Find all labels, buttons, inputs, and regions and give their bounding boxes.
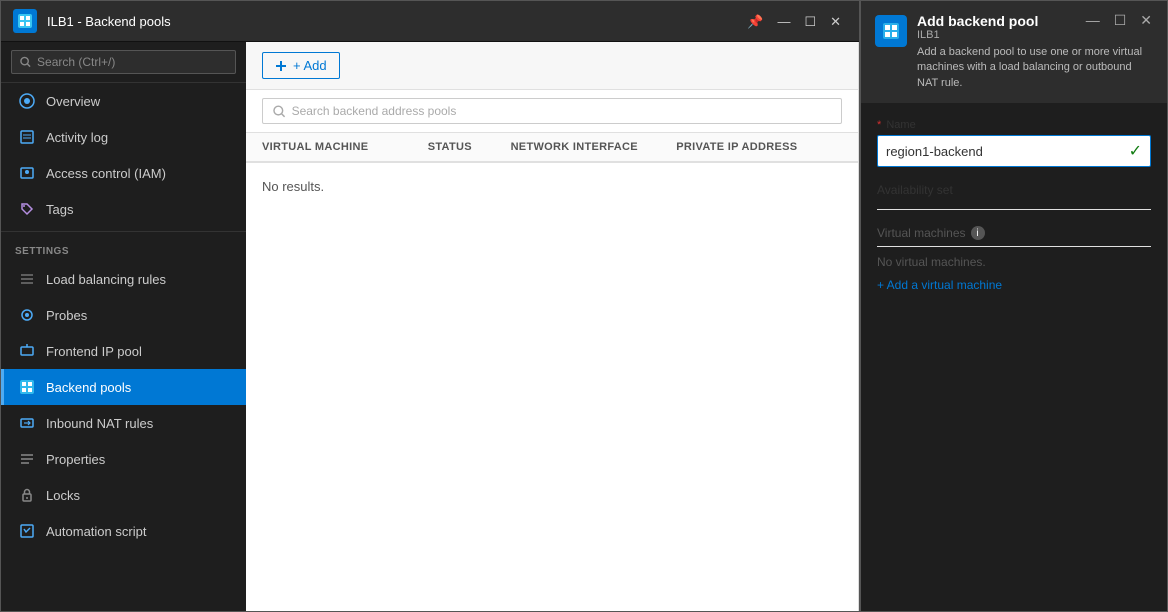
right-close-btn[interactable]: ✕ [1135, 11, 1157, 29]
right-minimize-btn[interactable]: — [1081, 11, 1105, 29]
search-icon [20, 56, 31, 68]
add-button[interactable]: + Add [262, 52, 340, 79]
sidebar-item-nat-rules[interactable]: Inbound NAT rules [1, 405, 246, 441]
sidebar-item-frontend[interactable]: Frontend IP pool [1, 333, 246, 369]
col-vm: VIRTUAL MACHINE [262, 141, 428, 153]
activity-log-icon [18, 128, 36, 146]
tags-icon [18, 200, 36, 218]
automation-icon [18, 522, 36, 540]
col-nic: NETWORK INTERFACE [511, 141, 677, 153]
right-panel-header: Add backend pool ILB1 Add a backend pool… [861, 1, 1167, 103]
right-header-icon [875, 15, 907, 47]
settings-section-label: SETTINGS [1, 236, 246, 261]
sidebar-item-tags-label: Tags [46, 202, 73, 217]
name-field-container[interactable]: ✓ [877, 135, 1151, 167]
right-panel-body: * Name ✓ Availability set Virtual machin… [861, 103, 1167, 611]
right-panel-controls: — ☐ ✕ [1081, 11, 1157, 29]
main-search-input[interactable] [292, 104, 831, 118]
sidebar-search-box[interactable] [11, 50, 236, 74]
maximize-btn[interactable]: ☐ [798, 13, 822, 30]
window-controls: 📌 — ☐ ✕ [741, 13, 847, 30]
sidebar-item-nat-rules-label: Inbound NAT rules [46, 416, 153, 431]
probes-icon [18, 306, 36, 324]
availability-set-label: Availability set [877, 183, 1151, 197]
col-status: STATUS [428, 141, 511, 153]
frontend-icon [18, 342, 36, 360]
overview-icon [18, 92, 36, 110]
sidebar-item-locks[interactable]: Locks [1, 477, 246, 513]
backend-pools-icon [18, 378, 36, 396]
sidebar-item-locks-label: Locks [46, 488, 80, 503]
search-icon [273, 105, 286, 118]
no-vms-text: No virtual machines. [877, 255, 1151, 269]
add-vm-link[interactable]: + Add a virtual machine [877, 278, 1002, 292]
no-results-text: No results. [262, 179, 842, 194]
name-input[interactable] [886, 144, 1129, 159]
right-panel-description: Add a backend pool to use one or more vi… [917, 45, 1153, 91]
sidebar-item-probes[interactable]: Probes [1, 297, 246, 333]
sidebar-search-input[interactable] [37, 55, 227, 69]
vm-section: Virtual machines i No virtual machines. … [877, 226, 1151, 292]
properties-icon [18, 450, 36, 468]
sidebar-item-iam[interactable]: Access control (IAM) [1, 155, 246, 191]
main-toolbar: + Add [246, 42, 858, 90]
window-title: ILB1 - Backend pools [47, 14, 731, 29]
main-search-container [246, 90, 858, 133]
right-maximize-btn[interactable]: ☐ [1109, 11, 1132, 29]
sidebar: Overview Activity log [1, 42, 246, 611]
divider-2 [877, 246, 1151, 247]
add-button-label: + Add [293, 58, 327, 73]
plus-icon [275, 60, 287, 72]
sidebar-item-frontend-label: Frontend IP pool [46, 344, 142, 359]
settings-divider [1, 231, 246, 232]
locks-icon [18, 486, 36, 504]
sidebar-item-activity-log[interactable]: Activity log [1, 119, 246, 155]
sidebar-item-overview-label: Overview [46, 94, 100, 109]
right-panel-wrapper: Add backend pool ILB1 Add a backend pool… [860, 0, 1168, 612]
table-body: No results. [246, 163, 858, 611]
close-btn[interactable]: ✕ [824, 13, 847, 30]
table-header: VIRTUAL MACHINE STATUS NETWORK INTERFACE… [246, 133, 858, 163]
minimize-btn[interactable]: — [771, 13, 796, 30]
main-titlebar: ILB1 - Backend pools 📌 — ☐ ✕ [1, 1, 859, 42]
lb-rules-icon [18, 270, 36, 288]
sidebar-item-lb-rules-label: Load balancing rules [46, 272, 166, 287]
sidebar-item-automation[interactable]: Automation script [1, 513, 246, 549]
sidebar-item-automation-label: Automation script [46, 524, 146, 539]
sidebar-item-probes-label: Probes [46, 308, 87, 323]
validation-check-icon: ✓ [1129, 141, 1142, 161]
divider-1 [877, 209, 1151, 210]
main-search-box[interactable] [262, 98, 842, 124]
sidebar-item-overview[interactable]: Overview [1, 83, 246, 119]
sidebar-item-backend-pools-label: Backend pools [46, 380, 131, 395]
name-field-label: * Name [877, 119, 1151, 131]
nat-rules-icon [18, 414, 36, 432]
sidebar-item-lb-rules[interactable]: Load balancing rules [1, 261, 246, 297]
required-star: * [877, 119, 881, 131]
sidebar-item-iam-label: Access control (IAM) [46, 166, 166, 181]
sidebar-item-backend-pools[interactable]: Backend pools [1, 369, 246, 405]
info-icon: i [971, 226, 985, 240]
sidebar-item-activity-log-label: Activity log [46, 130, 108, 145]
sidebar-search-container [1, 42, 246, 83]
pin-btn[interactable]: 📌 [741, 13, 769, 30]
iam-icon [18, 164, 36, 182]
titlebar-icon [13, 9, 37, 33]
col-ip: PRIVATE IP ADDRESS [676, 141, 842, 153]
sidebar-item-properties[interactable]: Properties [1, 441, 246, 477]
right-panel-subtitle: ILB1 [917, 29, 1153, 41]
main-content: + Add VIRTUAL MACHINE STATUS NET [246, 42, 859, 611]
sidebar-item-properties-label: Properties [46, 452, 105, 467]
vm-section-label: Virtual machines i [877, 226, 1151, 240]
sidebar-item-tags[interactable]: Tags [1, 191, 246, 227]
